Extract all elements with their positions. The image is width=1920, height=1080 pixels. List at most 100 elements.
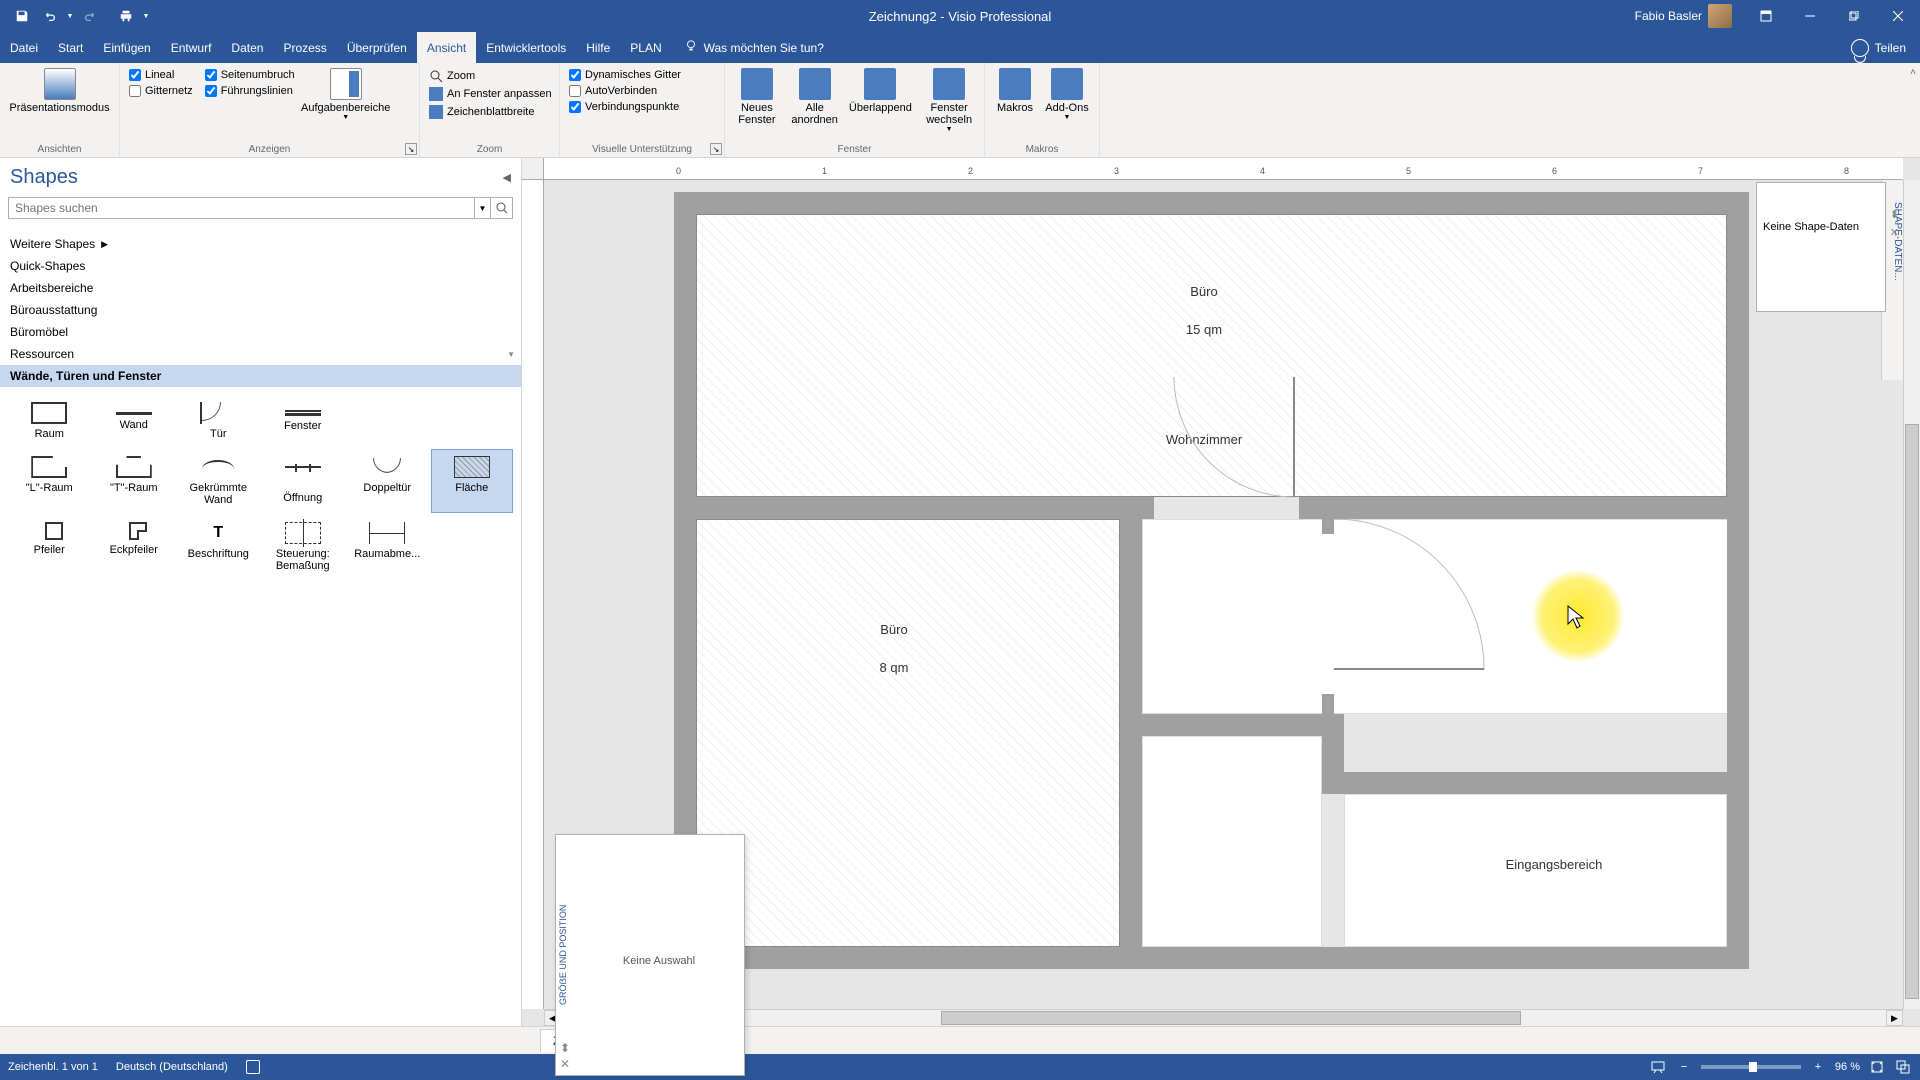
- shape-window[interactable]: Fenster: [262, 395, 345, 447]
- wall[interactable]: [1142, 714, 1342, 736]
- wall[interactable]: [1322, 772, 1749, 794]
- menu-design[interactable]: Entwurf: [161, 32, 222, 63]
- status-language[interactable]: Deutsch (Deutschland): [116, 1061, 228, 1073]
- door-swing-1[interactable]: [1154, 377, 1304, 512]
- collapse-ribbon-icon[interactable]: ˄: [1910, 67, 1916, 78]
- tell-me-search[interactable]: Was möchten Sie tun?: [684, 32, 824, 63]
- shape-area[interactable]: Fläche: [431, 449, 514, 513]
- menu-start[interactable]: Start: [48, 32, 93, 63]
- minimize-icon[interactable]: [1788, 0, 1832, 32]
- menu-plan[interactable]: PLAN: [620, 32, 671, 63]
- addons-button[interactable]: Add-Ons▼: [1043, 66, 1091, 123]
- macros-button[interactable]: Makros: [989, 66, 1041, 116]
- size-position-panel[interactable]: GRÖẞE UND POSITION Keine Auswahl ⬍ ✕: [555, 834, 745, 1076]
- room-small[interactable]: [1142, 736, 1322, 947]
- print-icon[interactable]: [112, 2, 140, 30]
- page-width-button[interactable]: Zeichenblattbreite: [426, 104, 555, 120]
- zoom-thumb[interactable]: [1749, 1062, 1757, 1072]
- wall-stub[interactable]: [1322, 512, 1334, 534]
- new-window-button[interactable]: Neues Fenster: [729, 66, 785, 128]
- save-icon[interactable]: [8, 2, 36, 30]
- shapes-search-dropdown[interactable]: ▼: [474, 198, 490, 218]
- arrange-all-button[interactable]: Alle anordnen: [787, 66, 843, 128]
- wall[interactable]: [1727, 512, 1749, 967]
- zoom-level[interactable]: 96 %: [1835, 1061, 1860, 1073]
- close-icon[interactable]: ✕: [560, 1057, 570, 1071]
- menu-file[interactable]: Datei: [0, 32, 48, 63]
- wall[interactable]: [674, 947, 1749, 969]
- check-grid[interactable]: Gitternetz: [126, 84, 196, 98]
- shape-dimension-control[interactable]: Steuerung: Bemaßung: [262, 515, 345, 579]
- scroll-thumb[interactable]: [1905, 424, 1919, 999]
- status-page[interactable]: Zeichenbl. 1 von 1: [8, 1061, 98, 1073]
- stencil-resources[interactable]: Ressourcen▼: [0, 343, 521, 365]
- menu-data[interactable]: Daten: [221, 32, 273, 63]
- menu-insert[interactable]: Einfügen: [93, 32, 160, 63]
- horizontal-scrollbar[interactable]: ◀ ▶: [544, 1009, 1903, 1026]
- shape-curved-wall[interactable]: Gekrümmte Wand: [177, 449, 260, 513]
- menu-view[interactable]: Ansicht: [417, 32, 476, 63]
- stencil-furniture[interactable]: Büromöbel: [0, 321, 521, 343]
- shape-t-room[interactable]: "T"-Raum: [93, 449, 176, 513]
- zoom-button[interactable]: Zoom: [426, 68, 555, 84]
- shape-room-dimensions[interactable]: Raumabme...: [346, 515, 429, 579]
- check-pagebreak[interactable]: Seitenumbruch: [202, 68, 298, 82]
- wall[interactable]: [1120, 512, 1142, 967]
- cascade-button[interactable]: Überlappend: [845, 66, 917, 116]
- vertical-ruler[interactable]: [522, 180, 544, 1009]
- shape-door[interactable]: Tür: [177, 395, 260, 447]
- shape-wall[interactable]: Wand: [93, 395, 176, 447]
- shapes-collapse-icon[interactable]: ◀: [503, 171, 511, 184]
- taskpanes-button[interactable]: Aufgabenbereiche ▼: [302, 66, 390, 123]
- scroll-right-icon[interactable]: ▶: [1886, 1010, 1903, 1026]
- wall[interactable]: [1299, 497, 1749, 519]
- wall[interactable]: [674, 192, 696, 512]
- user-name[interactable]: Fabio Basler: [1635, 9, 1702, 23]
- drawing-canvas[interactable]: Büro 15 qm Wohnzimmer Büro 8 qm: [544, 180, 1903, 1009]
- menu-developer[interactable]: Entwicklertools: [476, 32, 576, 63]
- check-guides[interactable]: Führungslinien: [202, 84, 298, 98]
- close-icon[interactable]: ✕: [1890, 226, 1899, 239]
- check-autoconnect[interactable]: AutoVerbinden: [566, 84, 684, 98]
- stencil-more-shapes[interactable]: Weitere Shapes▶: [0, 233, 521, 255]
- shape-opening[interactable]: Öffnung: [262, 449, 345, 513]
- user-avatar[interactable]: [1708, 4, 1732, 28]
- undo-icon[interactable]: [36, 2, 64, 30]
- check-ruler[interactable]: Lineal: [126, 68, 196, 82]
- pin-icon[interactable]: ⬍: [1890, 208, 1899, 221]
- shape-room[interactable]: Raum: [8, 395, 91, 447]
- vertical-scrollbar[interactable]: [1903, 180, 1920, 1009]
- fit-window-button[interactable]: An Fenster anpassen: [426, 86, 555, 102]
- check-connection-points[interactable]: Verbindungspunkte: [566, 100, 684, 114]
- stencil-walls-doors-windows[interactable]: Wände, Türen und Fenster: [0, 365, 521, 387]
- redo-icon[interactable]: [76, 2, 104, 30]
- stencil-workspaces[interactable]: Arbeitsbereiche: [0, 277, 521, 299]
- chevron-down-icon[interactable]: ▼: [507, 350, 515, 359]
- wall[interactable]: [1727, 192, 1749, 512]
- stencil-equipment[interactable]: Büroausstattung: [0, 299, 521, 321]
- close-icon[interactable]: [1876, 0, 1920, 32]
- shape-double-door[interactable]: Doppeltür: [346, 449, 429, 513]
- room-office-2[interactable]: [696, 519, 1120, 947]
- pin-icon[interactable]: ⬍: [560, 1041, 570, 1055]
- show-launcher[interactable]: ↘: [405, 143, 417, 155]
- visual-launcher[interactable]: ↘: [710, 143, 722, 155]
- presentation-mode-button[interactable]: Präsentationsmodus: [5, 66, 115, 116]
- fit-page-icon[interactable]: [1868, 1058, 1886, 1076]
- shapes-search-input[interactable]: [9, 198, 474, 218]
- shape-l-room[interactable]: "L"-Raum: [8, 449, 91, 513]
- menu-review[interactable]: Überprüfen: [337, 32, 417, 63]
- wall[interactable]: [674, 192, 1749, 214]
- check-dynamic-grid[interactable]: Dynamisches Gitter: [566, 68, 684, 82]
- horizontal-ruler[interactable]: 0 1 2 3 4 5 6 7 8: [544, 158, 1903, 180]
- pan-zoom-icon[interactable]: [1894, 1058, 1912, 1076]
- shape-label[interactable]: Beschriftung: [177, 515, 260, 579]
- stencil-quick[interactable]: Quick-Shapes: [0, 255, 521, 277]
- macro-record-icon[interactable]: [246, 1060, 260, 1074]
- presentation-view-icon[interactable]: [1649, 1058, 1667, 1076]
- maximize-icon[interactable]: [1832, 0, 1876, 32]
- wall-stub[interactable]: [1322, 694, 1334, 716]
- qat-customize-icon[interactable]: ▼: [140, 2, 152, 30]
- undo-dropdown-icon[interactable]: ▼: [64, 2, 76, 30]
- floor-plan[interactable]: Büro 15 qm Wohnzimmer Büro 8 qm: [674, 192, 1749, 982]
